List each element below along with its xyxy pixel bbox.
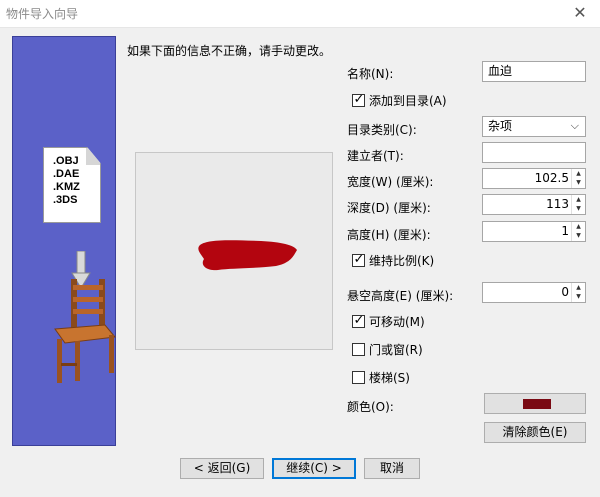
spin-up-icon[interactable]: ▲ [572, 222, 585, 231]
elevation-spinner[interactable]: 0 ▲ ▼ [482, 282, 586, 303]
width-value: 102.5 [534, 171, 569, 185]
instruction-text: 如果下面的信息不正确，请手动更改。 [127, 44, 332, 58]
chevron-down-icon: ⌵ [570, 119, 579, 132]
add-to-catalog-checkbox[interactable]: ✓ 添加到目录(A) [352, 92, 447, 108]
format-label: .KMZ [53, 181, 80, 193]
color-swatch [523, 399, 551, 409]
creator-label: 建立者(T): [347, 149, 404, 163]
checkbox-box: ✓ [352, 312, 365, 328]
back-button[interactable]: < 返回(G) [180, 458, 264, 479]
stairs-label: 楼梯(S) [369, 370, 410, 385]
cancel-button[interactable]: 取消 [364, 458, 420, 479]
continue-button[interactable]: 继续(C) > [272, 458, 356, 479]
keep-proportions-checkbox[interactable]: ✓ 维持比例(K) [352, 252, 434, 268]
depth-value: 113 [546, 197, 569, 211]
color-picker-button[interactable] [484, 393, 586, 414]
spin-down-icon[interactable]: ▼ [572, 231, 585, 240]
spin-down-icon[interactable]: ▼ [572, 204, 585, 213]
elevation-value: 0 [561, 285, 569, 299]
title-bar: 物件导入向导 ✕ [0, 0, 600, 28]
width-spinner[interactable]: 102.5 ▲ ▼ [482, 168, 586, 189]
spin-down-icon[interactable]: ▼ [572, 292, 585, 301]
window-title: 物件导入向导 [6, 7, 79, 21]
category-select[interactable]: 杂项 ⌵ [482, 116, 586, 137]
close-icon[interactable]: ✕ [570, 3, 590, 23]
creator-field[interactable] [482, 142, 586, 163]
width-label: 宽度(W) (厘米): [347, 175, 434, 189]
height-label: 高度(H) (厘米): [347, 228, 431, 242]
name-field[interactable]: 血迫 [482, 61, 586, 82]
door-or-window-label: 门或窗(R) [369, 342, 423, 357]
height-value: 1 [561, 224, 569, 238]
add-to-catalog-label: 添加到目录(A) [369, 93, 447, 108]
movable-label: 可移动(M) [369, 314, 425, 329]
checkbox-box: ✓ [352, 251, 365, 267]
category-value: 杂项 [488, 119, 513, 133]
depth-spinner[interactable]: 113 ▲ ▼ [482, 194, 586, 215]
spin-up-icon[interactable]: ▲ [572, 169, 585, 178]
chair-icon [54, 279, 116, 383]
stairs-checkbox[interactable]: 楼梯(S) [352, 369, 410, 385]
checkbox-box [352, 342, 365, 356]
height-spinner[interactable]: 1 ▲ ▼ [482, 221, 586, 242]
model-preview[interactable] [135, 152, 333, 350]
elevation-label: 悬空高度(E) (厘米): [347, 289, 454, 303]
wizard-sidebar-panel: .OBJ .DAE .KMZ .3DS [12, 36, 116, 446]
supported-formats: .OBJ .DAE .KMZ .3DS [53, 155, 99, 207]
door-or-window-checkbox[interactable]: 门或窗(R) [352, 341, 423, 357]
spin-up-icon[interactable]: ▲ [572, 283, 585, 292]
check-icon: ✓ [353, 251, 365, 267]
category-label: 目录类别(C): [347, 123, 417, 137]
check-icon: ✓ [353, 312, 365, 328]
clear-color-button[interactable]: 清除颜色(E) [484, 422, 586, 443]
spin-up-icon[interactable]: ▲ [572, 195, 585, 204]
checkbox-box: ✓ [352, 91, 365, 107]
check-icon: ✓ [353, 91, 365, 107]
checkbox-box [352, 370, 365, 384]
format-label: .OBJ [53, 155, 79, 167]
keep-proportions-label: 维持比例(K) [369, 253, 435, 268]
format-label: .DAE [53, 168, 80, 180]
model-shape [198, 240, 297, 271]
color-label: 颜色(O): [347, 400, 394, 414]
movable-checkbox[interactable]: ✓ 可移动(M) [352, 313, 425, 329]
import-wizard-window: 物件导入向导 ✕ .OBJ .DAE .KMZ .3DS 如果下面的信息不正确，… [0, 0, 600, 497]
name-label: 名称(N): [347, 67, 394, 81]
format-label: .3DS [53, 194, 78, 206]
spin-down-icon[interactable]: ▼ [572, 178, 585, 187]
depth-label: 深度(D) (厘米): [347, 201, 431, 215]
